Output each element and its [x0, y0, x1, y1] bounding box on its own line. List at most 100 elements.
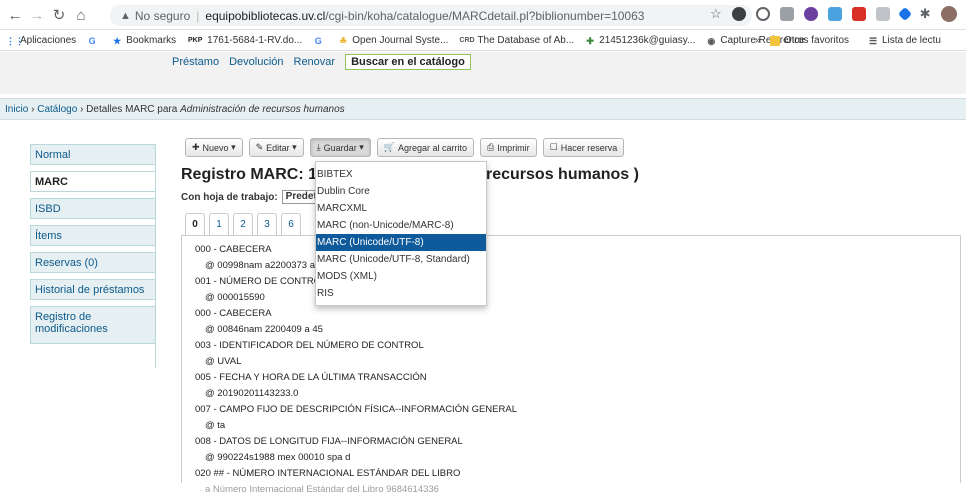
save-label: Guardar [323, 142, 357, 153]
bookmark-label: The Database of Ab... [477, 35, 575, 46]
puzzle-icon[interactable]: ✱ [920, 6, 931, 22]
google-icon: G [88, 35, 96, 46]
extension-icon[interactable] [803, 7, 818, 21]
sidebar-item-historial[interactable]: Historial de préstamos [30, 279, 156, 300]
bookmark-label: Bookmarks [126, 35, 177, 46]
bookmarks-overflow-chevron-icon[interactable]: » [755, 35, 761, 46]
pkp-icon: PKP [187, 36, 203, 44]
prestamo-link[interactable]: Préstamo [172, 56, 219, 68]
database-icon: CRD [459, 36, 475, 44]
home-icon[interactable]: ⌂ [70, 4, 92, 26]
tab-1[interactable]: 1 [209, 213, 229, 235]
bookmarks-bar: ⋮⋮ Aplicaciones G ★ Bookmarks PKP 1761-5684… [0, 31, 966, 51]
bookmark-dare[interactable]: CRD The Database of Ab... [459, 35, 574, 46]
menu-item-mods[interactable]: MODS (XML) [316, 268, 486, 285]
bookmark-pkp[interactable]: PKP 1761-5684-1-RV.do... [187, 35, 302, 46]
edit-button[interactable]: ✎ Editar ▾ [248, 138, 304, 157]
bookmark-label: Aplicaciones [20, 35, 77, 46]
extension-icons: ☆ ✱ [710, 6, 957, 22]
title-right: recursos humanos ) [486, 166, 639, 183]
sidebar-item-isbd[interactable]: ISBD [30, 198, 156, 219]
warning-icon: ▲ [120, 9, 131, 22]
bookmark-guias[interactable]: ✚ 21451236k@guiasy... [585, 35, 695, 46]
worksheet-selector: Con hoja de trabajo: Predeter [181, 190, 331, 204]
bookmark-google-2[interactable]: G [313, 36, 327, 46]
extension-icon[interactable] [755, 7, 770, 21]
tab-6[interactable]: 6 [281, 213, 301, 235]
extension-icon[interactable] [731, 7, 746, 21]
extension-icon[interactable] [779, 7, 794, 21]
sidebar-item-registro[interactable]: Registro de modificaciones [30, 306, 156, 344]
page-title: Registro MARC: 10 recursos humanos ) [181, 166, 639, 184]
circulation-links: Préstamo Devolución Renovar Buscar en el… [172, 54, 471, 70]
record-toolbar: ✚ Nuevo ▾ ✎ Editar ▾ ⤓ Guardar ▾ 🛒 Agregar a… [185, 138, 625, 157]
renovar-link[interactable]: Renovar [294, 56, 336, 68]
extension-icon[interactable] [897, 6, 912, 22]
bookmark-bookmarks[interactable]: ★ Bookmarks [112, 35, 176, 46]
back-icon[interactable]: ← [4, 4, 26, 26]
sidebar-item-marc[interactable]: MARC [30, 171, 156, 192]
address-separator: | [196, 8, 200, 23]
reading-list[interactable]: ☰ Lista de lectu [868, 35, 941, 46]
pencil-icon: ✎ [255, 142, 264, 152]
bookmark-label: Otros favoritos [784, 35, 850, 46]
star-icon: ★ [113, 35, 122, 46]
marc-tag: 007 - CAMPO FIJO DE DESCRIPCIÓN FÍSICA--… [195, 404, 517, 415]
koha-header [0, 52, 966, 94]
tab-3[interactable]: 3 [257, 213, 277, 235]
browser-toolbar: ← → ↻ ⌂ ▲ No seguro | equipobibliotecas.… [0, 0, 966, 30]
menu-item-ris[interactable]: RIS [316, 285, 486, 302]
list-icon: ☰ [868, 35, 878, 46]
menu-item-marc-utf8[interactable]: MARC (Unicode/UTF-8) [316, 234, 486, 251]
sticky-note-icon: ☐ [549, 142, 558, 152]
marc-tag: 008 - DATOS DE LONGITUD FIJA--INFORMACIÓ… [195, 436, 463, 447]
extension-icon[interactable] [827, 7, 842, 21]
extension-icon[interactable] [875, 7, 890, 21]
menu-item-bibtex[interactable]: BIBTEX [316, 166, 486, 183]
reload-icon[interactable]: ↻ [48, 4, 70, 26]
hold-label: Hacer reserva [560, 142, 618, 153]
not-secure-label: No seguro [134, 8, 191, 23]
menu-item-marc-utf8-standard[interactable]: MARC (Unicode/UTF-8, Standard) [316, 251, 486, 268]
sidebar-item-reservas[interactable]: Reservas (0) [30, 252, 156, 273]
marc-subfield: a Número Internacional Estándar del Libr… [205, 484, 439, 495]
marc-subfield: @ 20190201143233.0 [205, 388, 299, 399]
bookmark-label: 21451236k@guiasy... [599, 35, 696, 46]
new-label: Nuevo [202, 142, 229, 153]
new-button[interactable]: ✚ Nuevo ▾ [185, 138, 243, 157]
tab-0[interactable]: 0 [185, 213, 205, 235]
sidebar-item-normal[interactable]: Normal [30, 144, 156, 165]
sidebar-divider [155, 144, 156, 368]
add-to-cart-button[interactable]: 🛒 Agregar al carrito [376, 138, 474, 157]
menu-item-marc8[interactable]: MARC (non-Unicode/MARC-8) [316, 217, 486, 234]
address-bar[interactable]: ▲ No seguro | equipobibliotecas.uv.cl /c… [110, 5, 752, 26]
forward-icon[interactable]: → [26, 4, 48, 26]
apps-grid-icon: ⋮⋮ [6, 35, 24, 46]
menu-item-marcxml[interactable]: MARCXML [316, 200, 486, 217]
marc-subfield: @ 990224s1988 mex 00010 spa d [205, 452, 351, 463]
tab-2[interactable]: 2 [233, 213, 253, 235]
star-icon[interactable]: ☆ [710, 6, 722, 22]
place-hold-button[interactable]: ☐ Hacer reserva [542, 138, 625, 157]
plus-icon: ✚ [192, 142, 200, 152]
url-path: /cgi-bin/koha/catalogue/MARCdetail.pl?bi… [325, 8, 645, 23]
extension-icon[interactable] [851, 7, 866, 21]
bookmark-google[interactable]: G [87, 36, 101, 46]
bookmark-other[interactable]: Otros favoritos [770, 35, 849, 46]
breadcrumb-title: Administración de recursos humanos [180, 104, 345, 115]
avatar[interactable] [940, 6, 957, 22]
print-button[interactable]: ⎙ Imprimir [479, 138, 537, 157]
breadcrumb-catalogo[interactable]: Catálogo [37, 104, 77, 115]
download-icon: ⤓ [316, 142, 321, 152]
devolucion-link[interactable]: Devolución [229, 56, 283, 68]
save-button[interactable]: ⤓ Guardar ▾ [309, 138, 371, 157]
google-icon: G [314, 35, 322, 46]
bookmark-apps[interactable]: ⋮⋮ Aplicaciones [6, 35, 76, 46]
sidebar-item-items[interactable]: Ítems [30, 225, 156, 246]
menu-item-dublin-core[interactable]: Dublin Core [316, 183, 486, 200]
search-catalog-tab[interactable]: Buscar en el catálogo [345, 54, 471, 70]
breadcrumb-detalles: Detalles MARC para [86, 104, 178, 115]
bookmark-ojs[interactable]: ≗ Open Journal Syste... [338, 35, 448, 46]
title-left: Registro MARC: 10 [181, 166, 326, 183]
breadcrumb-inicio[interactable]: Inicio [5, 104, 28, 115]
